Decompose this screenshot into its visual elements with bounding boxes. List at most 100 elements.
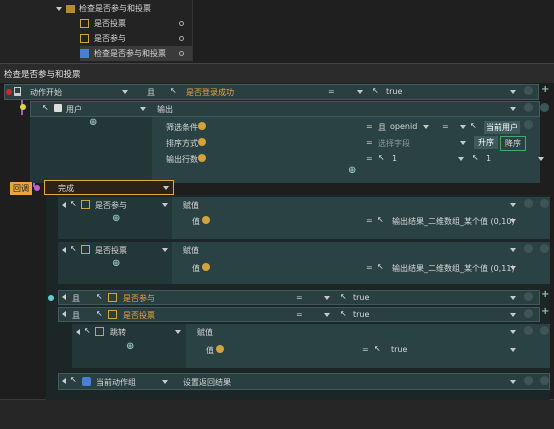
value-dropdown-icon[interactable]	[510, 313, 516, 317]
bookmark-icon[interactable]	[14, 87, 21, 96]
remove-icon[interactable]	[524, 199, 533, 208]
expand-tri-icon[interactable]	[62, 294, 66, 300]
action-dropdown-icon[interactable]	[510, 330, 516, 334]
cond1-value[interactable]: true	[353, 293, 369, 302]
remove-icon[interactable]	[524, 244, 533, 253]
action-dropdown-icon[interactable]	[510, 248, 516, 252]
assign1-name[interactable]: 是否参与	[95, 200, 127, 211]
cond2-value[interactable]: true	[353, 310, 369, 319]
value-dropdown-icon[interactable]	[510, 219, 516, 223]
trigger-dropdown-icon[interactable]	[122, 90, 128, 94]
callback-label[interactable]: 完成	[58, 183, 74, 194]
rows-dropdown-icon[interactable]	[538, 157, 544, 161]
jump-label[interactable]: 跳转	[110, 327, 126, 338]
filter-op[interactable]: 且	[378, 122, 386, 133]
remove-icon[interactable]	[524, 292, 533, 301]
help-icon	[198, 138, 206, 146]
tree-item-participate[interactable]: 是否参与	[80, 31, 192, 46]
cond2-op[interactable]: 且	[72, 310, 80, 321]
trigger-cond[interactable]: 是否登录成功	[186, 87, 234, 98]
jump-action[interactable]: 赋值	[197, 327, 213, 338]
remove-icon[interactable]	[524, 376, 533, 385]
tree-item-root[interactable]: 检查是否参与和投票	[56, 1, 192, 16]
sort-dropdown-icon[interactable]	[460, 141, 466, 145]
remove-icon[interactable]	[524, 326, 533, 335]
add-icon[interactable]: ⊕	[126, 341, 134, 352]
add-icon[interactable]: ⊕	[112, 213, 120, 224]
close-icon[interactable]	[540, 103, 549, 112]
close-icon[interactable]	[540, 199, 549, 208]
assign2-value[interactable]: 输出结果_二维数组_某个值 (0,11)	[392, 263, 515, 274]
add-icon[interactable]: ⊕	[89, 117, 97, 128]
sort-asc-button[interactable]: 升序	[474, 136, 498, 149]
tree-item-check[interactable]: 检查是否参与和投票	[80, 46, 192, 61]
action-dropdown-icon[interactable]	[510, 107, 516, 111]
cond1-eq[interactable]: =	[296, 293, 303, 302]
assign-dropdown-icon[interactable]	[162, 203, 168, 207]
jump-dropdown-icon[interactable]	[175, 330, 181, 334]
assign1-action[interactable]: 赋值	[183, 200, 199, 211]
assign2-action[interactable]: 赋值	[183, 245, 199, 256]
filter-field[interactable]: openid	[390, 122, 417, 131]
remove-icon[interactable]	[524, 120, 533, 129]
cond1-op[interactable]: 且	[72, 293, 80, 304]
action-dropdown-icon[interactable]	[510, 380, 516, 384]
rows-to[interactable]: 1	[486, 154, 491, 163]
trigger-label[interactable]: 动作开始	[30, 87, 62, 98]
current-dropdown-icon[interactable]	[162, 380, 168, 384]
remove-icon[interactable]	[524, 309, 533, 318]
cond2-var[interactable]: 是否投票	[123, 310, 155, 321]
eq-dropdown-icon[interactable]	[324, 296, 330, 300]
expand-tri-icon[interactable]	[62, 311, 66, 317]
expand-tri-icon[interactable]	[62, 202, 66, 208]
user-dropdown-icon[interactable]	[140, 107, 146, 111]
close-icon[interactable]	[540, 376, 549, 385]
action-dropdown-icon[interactable]	[510, 203, 516, 207]
trigger-eq[interactable]: =	[328, 87, 335, 96]
assign1-value[interactable]: 输出结果_二维数组_某个值 (0,10)	[392, 216, 515, 227]
callback-tag[interactable]: 回调	[10, 182, 32, 195]
value-dropdown-icon[interactable]	[510, 296, 516, 300]
tree-item-vote[interactable]: 是否投票	[80, 16, 192, 31]
eq-dropdown-icon[interactable]	[460, 125, 466, 129]
expand-tri-icon[interactable]	[62, 247, 66, 253]
add-icon[interactable]: +	[541, 306, 549, 317]
filter-eq2[interactable]: =	[442, 122, 449, 131]
rows-from[interactable]: 1	[392, 154, 397, 163]
close-icon[interactable]	[540, 326, 549, 335]
expand-tri-icon[interactable]	[62, 378, 66, 384]
jump-value[interactable]: true	[391, 345, 407, 354]
trigger-value[interactable]: true	[386, 87, 402, 96]
value-dropdown-icon[interactable]	[510, 348, 516, 352]
rows-dropdown-icon[interactable]	[458, 157, 464, 161]
field-dropdown-icon[interactable]	[423, 125, 429, 129]
add-icon[interactable]: ⊕	[112, 258, 120, 269]
expand-icon[interactable]	[56, 6, 62, 11]
eq-dropdown-icon[interactable]	[324, 313, 330, 317]
remove-icon[interactable]	[524, 86, 533, 95]
close-icon[interactable]	[540, 244, 549, 253]
eq-dropdown-icon[interactable]	[357, 90, 363, 94]
add-icon[interactable]: +	[541, 289, 549, 300]
cond2-eq[interactable]: =	[296, 310, 303, 319]
cond1-var[interactable]: 是否参与	[123, 293, 155, 304]
value-dropdown-icon[interactable]	[510, 266, 516, 270]
expand-tri-icon[interactable]	[76, 329, 80, 335]
callback-dropdown-icon[interactable]	[163, 186, 169, 190]
trigger-op[interactable]: 且	[147, 87, 155, 98]
add-icon[interactable]: ⊕	[348, 165, 356, 176]
sort-desc-button[interactable]: 降序	[500, 136, 526, 151]
value-dropdown-icon[interactable]	[510, 90, 516, 94]
trigger-dot-icon[interactable]	[6, 89, 12, 95]
remove-icon[interactable]	[524, 103, 533, 112]
cursor-icon: ↖	[374, 344, 381, 353]
assign-dropdown-icon[interactable]	[162, 248, 168, 252]
current-action[interactable]: 设置返回结果	[183, 377, 231, 388]
add-icon[interactable]: +	[541, 84, 549, 95]
user-action[interactable]: 输出	[157, 104, 173, 115]
sort-field[interactable]: 选择字段	[378, 138, 410, 149]
filter-value[interactable]: 当前用户	[484, 121, 520, 134]
current-label[interactable]: 当前动作组	[96, 377, 136, 388]
assign2-name[interactable]: 是否投票	[95, 245, 127, 256]
user-label[interactable]: 用户	[66, 104, 82, 115]
